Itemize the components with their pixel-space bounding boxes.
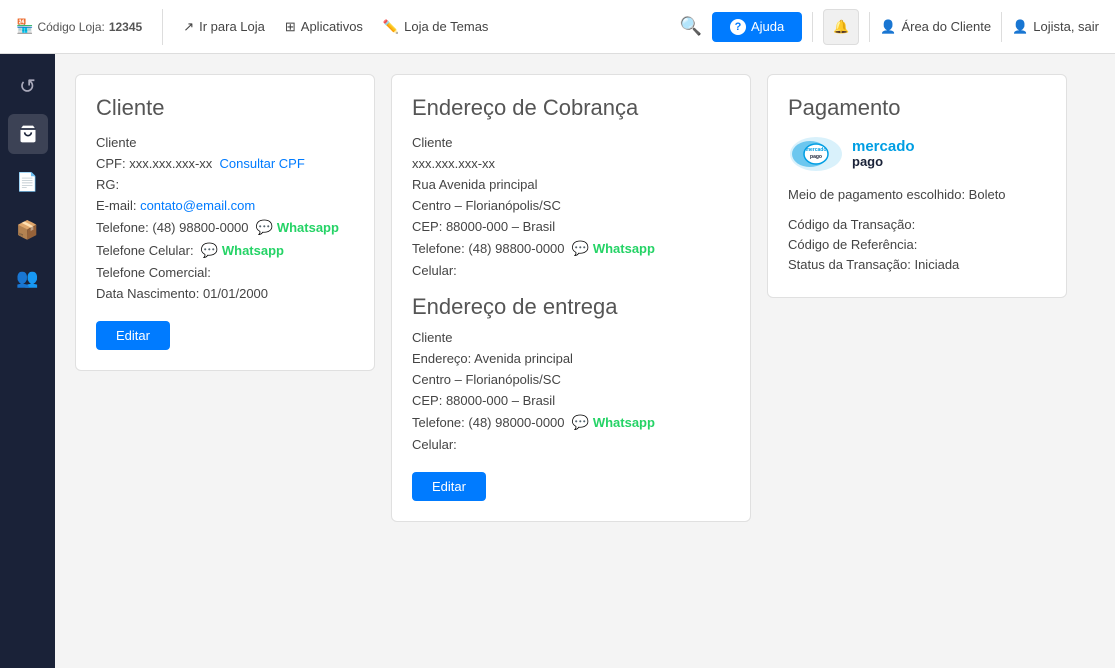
nav-link-aplicativos[interactable]: ⊞ Aplicativos (285, 19, 363, 35)
cliente-telefone-celular: Telefone Celular: 💬 Whatsapp (96, 242, 354, 259)
external-link-icon: ↗ (183, 19, 194, 35)
whatsapp-icon-1: 💬 (256, 219, 273, 235)
entrega-bairro: Centro – Florianópolis/SC (412, 372, 730, 387)
user-circle-icon: 👤 (1012, 19, 1028, 35)
cliente-cpf: CPF: xxx.xxx.xxx-xx Consultar CPF (96, 156, 354, 171)
area-cliente-button[interactable]: 👤 Área do Cliente (880, 19, 991, 35)
cobranca-cep: CEP: 88000-000 – Brasil (412, 219, 730, 234)
question-icon: ? (730, 19, 746, 35)
search-icon[interactable]: 🔍 (680, 16, 702, 37)
topnav: 🏪 Código Loja: 12345 ↗ Ir para Loja ⊞ Ap… (0, 0, 1115, 54)
svg-text:pago: pago (810, 154, 822, 160)
nav-link-loja-temas[interactable]: ✏️ Loja de Temas (383, 19, 489, 35)
sidebar-item-cart[interactable] (8, 114, 48, 154)
whatsapp-link-4[interactable]: Whatsapp (593, 415, 655, 430)
topnav-right: 🔍 ? Ajuda 🔔 👤 Área do Cliente 👤 Lojista,… (680, 9, 1099, 45)
nav-divider-1 (162, 9, 163, 45)
cobranca-cliente: Cliente (412, 135, 730, 150)
whatsapp-icon-3: 💬 (572, 240, 589, 256)
store-code-label: Código Loja: (37, 20, 104, 34)
entrega-editar-button[interactable]: Editar (412, 472, 486, 501)
cliente-nome: Cliente (96, 135, 354, 150)
store-icon: 🏪 (16, 18, 33, 35)
entrega-telefone: Telefone: (48) 98000-0000 💬 Whatsapp (412, 414, 730, 431)
whatsapp-icon-2: 💬 (201, 242, 218, 258)
entrega-celular: Celular: (412, 437, 730, 452)
codigo-referencia: Código de Referência: (788, 237, 1046, 252)
ajuda-button[interactable]: ? Ajuda (712, 12, 802, 42)
endereco-entrega-title: Endereço de entrega (412, 294, 730, 320)
whatsapp-icon-4: 💬 (572, 414, 589, 430)
svg-text:mercado: mercado (806, 147, 827, 153)
brush-icon: ✏️ (383, 19, 399, 35)
cliente-title: Cliente (96, 95, 354, 121)
pagamento-title: Pagamento (788, 95, 1046, 121)
cliente-card: Cliente Cliente CPF: xxx.xxx.xxx-xx Cons… (75, 74, 375, 371)
sidebar-item-document[interactable]: 📄 (8, 162, 48, 202)
lojista-button[interactable]: 👤 Lojista, sair (1012, 19, 1099, 35)
cliente-telefone-comercial: Telefone Comercial: (96, 265, 354, 280)
cliente-data-nascimento: Data Nascimento: 01/01/2000 (96, 286, 354, 301)
cobranca-telefone: Telefone: (48) 98800-0000 💬 Whatsapp (412, 240, 730, 257)
sidebar: ↺ 📄 📦 👥 (0, 54, 55, 668)
cliente-editar-button[interactable]: Editar (96, 321, 170, 350)
entrega-endereco: Endereço: Avenida principal (412, 351, 730, 366)
endereco-card: Endereço de Cobrança Cliente xxx.xxx.xxx… (391, 74, 751, 522)
cobranca-cpf: xxx.xxx.xxx-xx (412, 156, 730, 171)
cart-icon-svg (18, 124, 38, 144)
cliente-rg: RG: (96, 177, 354, 192)
entrega-cep: CEP: 88000-000 – Brasil (412, 393, 730, 408)
mercadopago-logo: mercado pago mercado pago (788, 135, 1046, 173)
mp-logo-text-block: mercado pago (852, 139, 915, 170)
sidebar-item-box[interactable]: 📦 (8, 210, 48, 250)
sidebar-item-refresh[interactable]: ↺ (8, 66, 48, 106)
codigo-transacao: Código da Transação: (788, 217, 1046, 232)
cobranca-celular: Celular: (412, 263, 730, 278)
nav-divider-2 (812, 12, 813, 42)
main-content: Cliente Cliente CPF: xxx.xxx.xxx-xx Cons… (55, 54, 1115, 668)
consultar-cpf-link[interactable]: Consultar CPF (220, 156, 305, 171)
nav-divider-3 (869, 12, 870, 42)
person-icon: 👤 (880, 19, 896, 35)
cards-row: Cliente Cliente CPF: xxx.xxx.xxx-xx Cons… (75, 74, 1095, 522)
grid-icon: ⊞ (285, 19, 296, 35)
endereco-cobranca-title: Endereço de Cobrança (412, 95, 730, 121)
email-link[interactable]: contato@email.com (140, 198, 255, 213)
pagamento-card: Pagamento mercado pago mercado pago (767, 74, 1067, 298)
notification-button[interactable]: 🔔 (823, 9, 859, 45)
status-transacao: Status da Transação: Iniciada (788, 257, 1046, 272)
whatsapp-link-2[interactable]: Whatsapp (222, 243, 284, 258)
store-code: 🏪 Código Loja: 12345 (16, 18, 142, 35)
whatsapp-link-3[interactable]: Whatsapp (593, 241, 655, 256)
spacer (788, 207, 1046, 217)
topnav-links: ↗ Ir para Loja ⊞ Aplicativos ✏️ Loja de … (183, 19, 659, 35)
cliente-telefone: Telefone: (48) 98800-0000 💬 Whatsapp (96, 219, 354, 236)
nav-link-ir-loja[interactable]: ↗ Ir para Loja (183, 19, 265, 35)
nav-divider-4 (1001, 12, 1002, 42)
mp-logo-image: mercado pago (788, 135, 844, 173)
cobranca-rua: Rua Avenida principal (412, 177, 730, 192)
cliente-email: E-mail: contato@email.com (96, 198, 354, 213)
bell-icon: 🔔 (833, 19, 849, 35)
meio-pagamento: Meio de pagamento escolhido: Boleto (788, 187, 1046, 202)
whatsapp-link-1[interactable]: Whatsapp (277, 220, 339, 235)
sidebar-item-users[interactable]: 👥 (8, 258, 48, 298)
cobranca-bairro: Centro – Florianópolis/SC (412, 198, 730, 213)
entrega-cliente: Cliente (412, 330, 730, 345)
store-code-value: 12345 (109, 20, 142, 34)
main-layout: ↺ 📄 📦 👥 Cliente Cliente CPF: xxx.xxx.xxx… (0, 54, 1115, 668)
mp-logo-svg: mercado pago (788, 135, 844, 173)
